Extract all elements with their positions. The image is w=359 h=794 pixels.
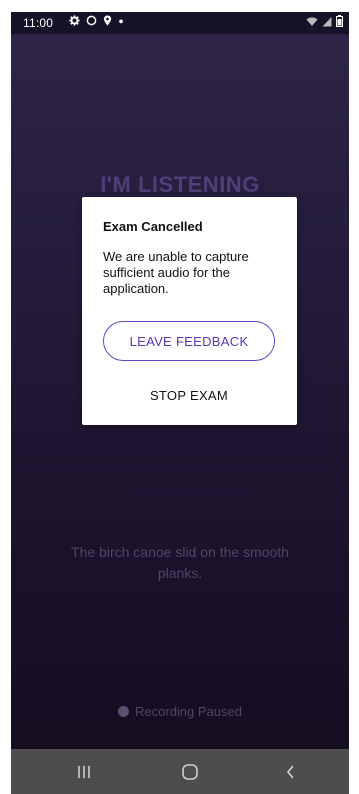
recents-icon: [78, 766, 90, 778]
status-system-icons: [306, 15, 343, 30]
status-bar: 11:00: [11, 12, 349, 34]
status-notification-icons: [69, 15, 124, 30]
prompt-sentence: The birch canoe slid on the smooth plank…: [71, 544, 289, 581]
recording-status-label: Recording Paused: [135, 704, 242, 719]
wifi-icon: [306, 16, 318, 30]
location-icon: [103, 15, 112, 30]
home-icon: [182, 764, 198, 780]
back-button[interactable]: [276, 760, 306, 784]
back-icon: [286, 765, 294, 779]
dot-icon: [118, 15, 124, 30]
status-time: 11:00: [23, 16, 54, 30]
dialog-message: We are unable to capture sufficient audi…: [103, 249, 249, 296]
exam-cancelled-dialog: Exam Cancelled We are unable to capture …: [82, 197, 297, 425]
recents-button[interactable]: [69, 760, 99, 784]
signal-icon: [322, 16, 332, 30]
battery-icon: [336, 15, 343, 30]
stop-exam-button[interactable]: STOP EXAM: [103, 383, 275, 407]
navigation-bar: [11, 749, 349, 794]
recording-status: Recording Paused: [11, 704, 349, 719]
record-indicator-icon: [118, 706, 130, 717]
settings-icon: [69, 15, 80, 30]
dialog-title: Exam Cancelled: [103, 219, 203, 234]
circle-icon: [86, 15, 97, 30]
page-title: I'M LISTENING: [100, 172, 260, 197]
home-button[interactable]: [175, 760, 205, 784]
leave-feedback-button[interactable]: LEAVE FEEDBACK: [103, 321, 275, 361]
device-frame: 11:00 I'M LISTENING The birch canoe slid…: [0, 0, 359, 794]
